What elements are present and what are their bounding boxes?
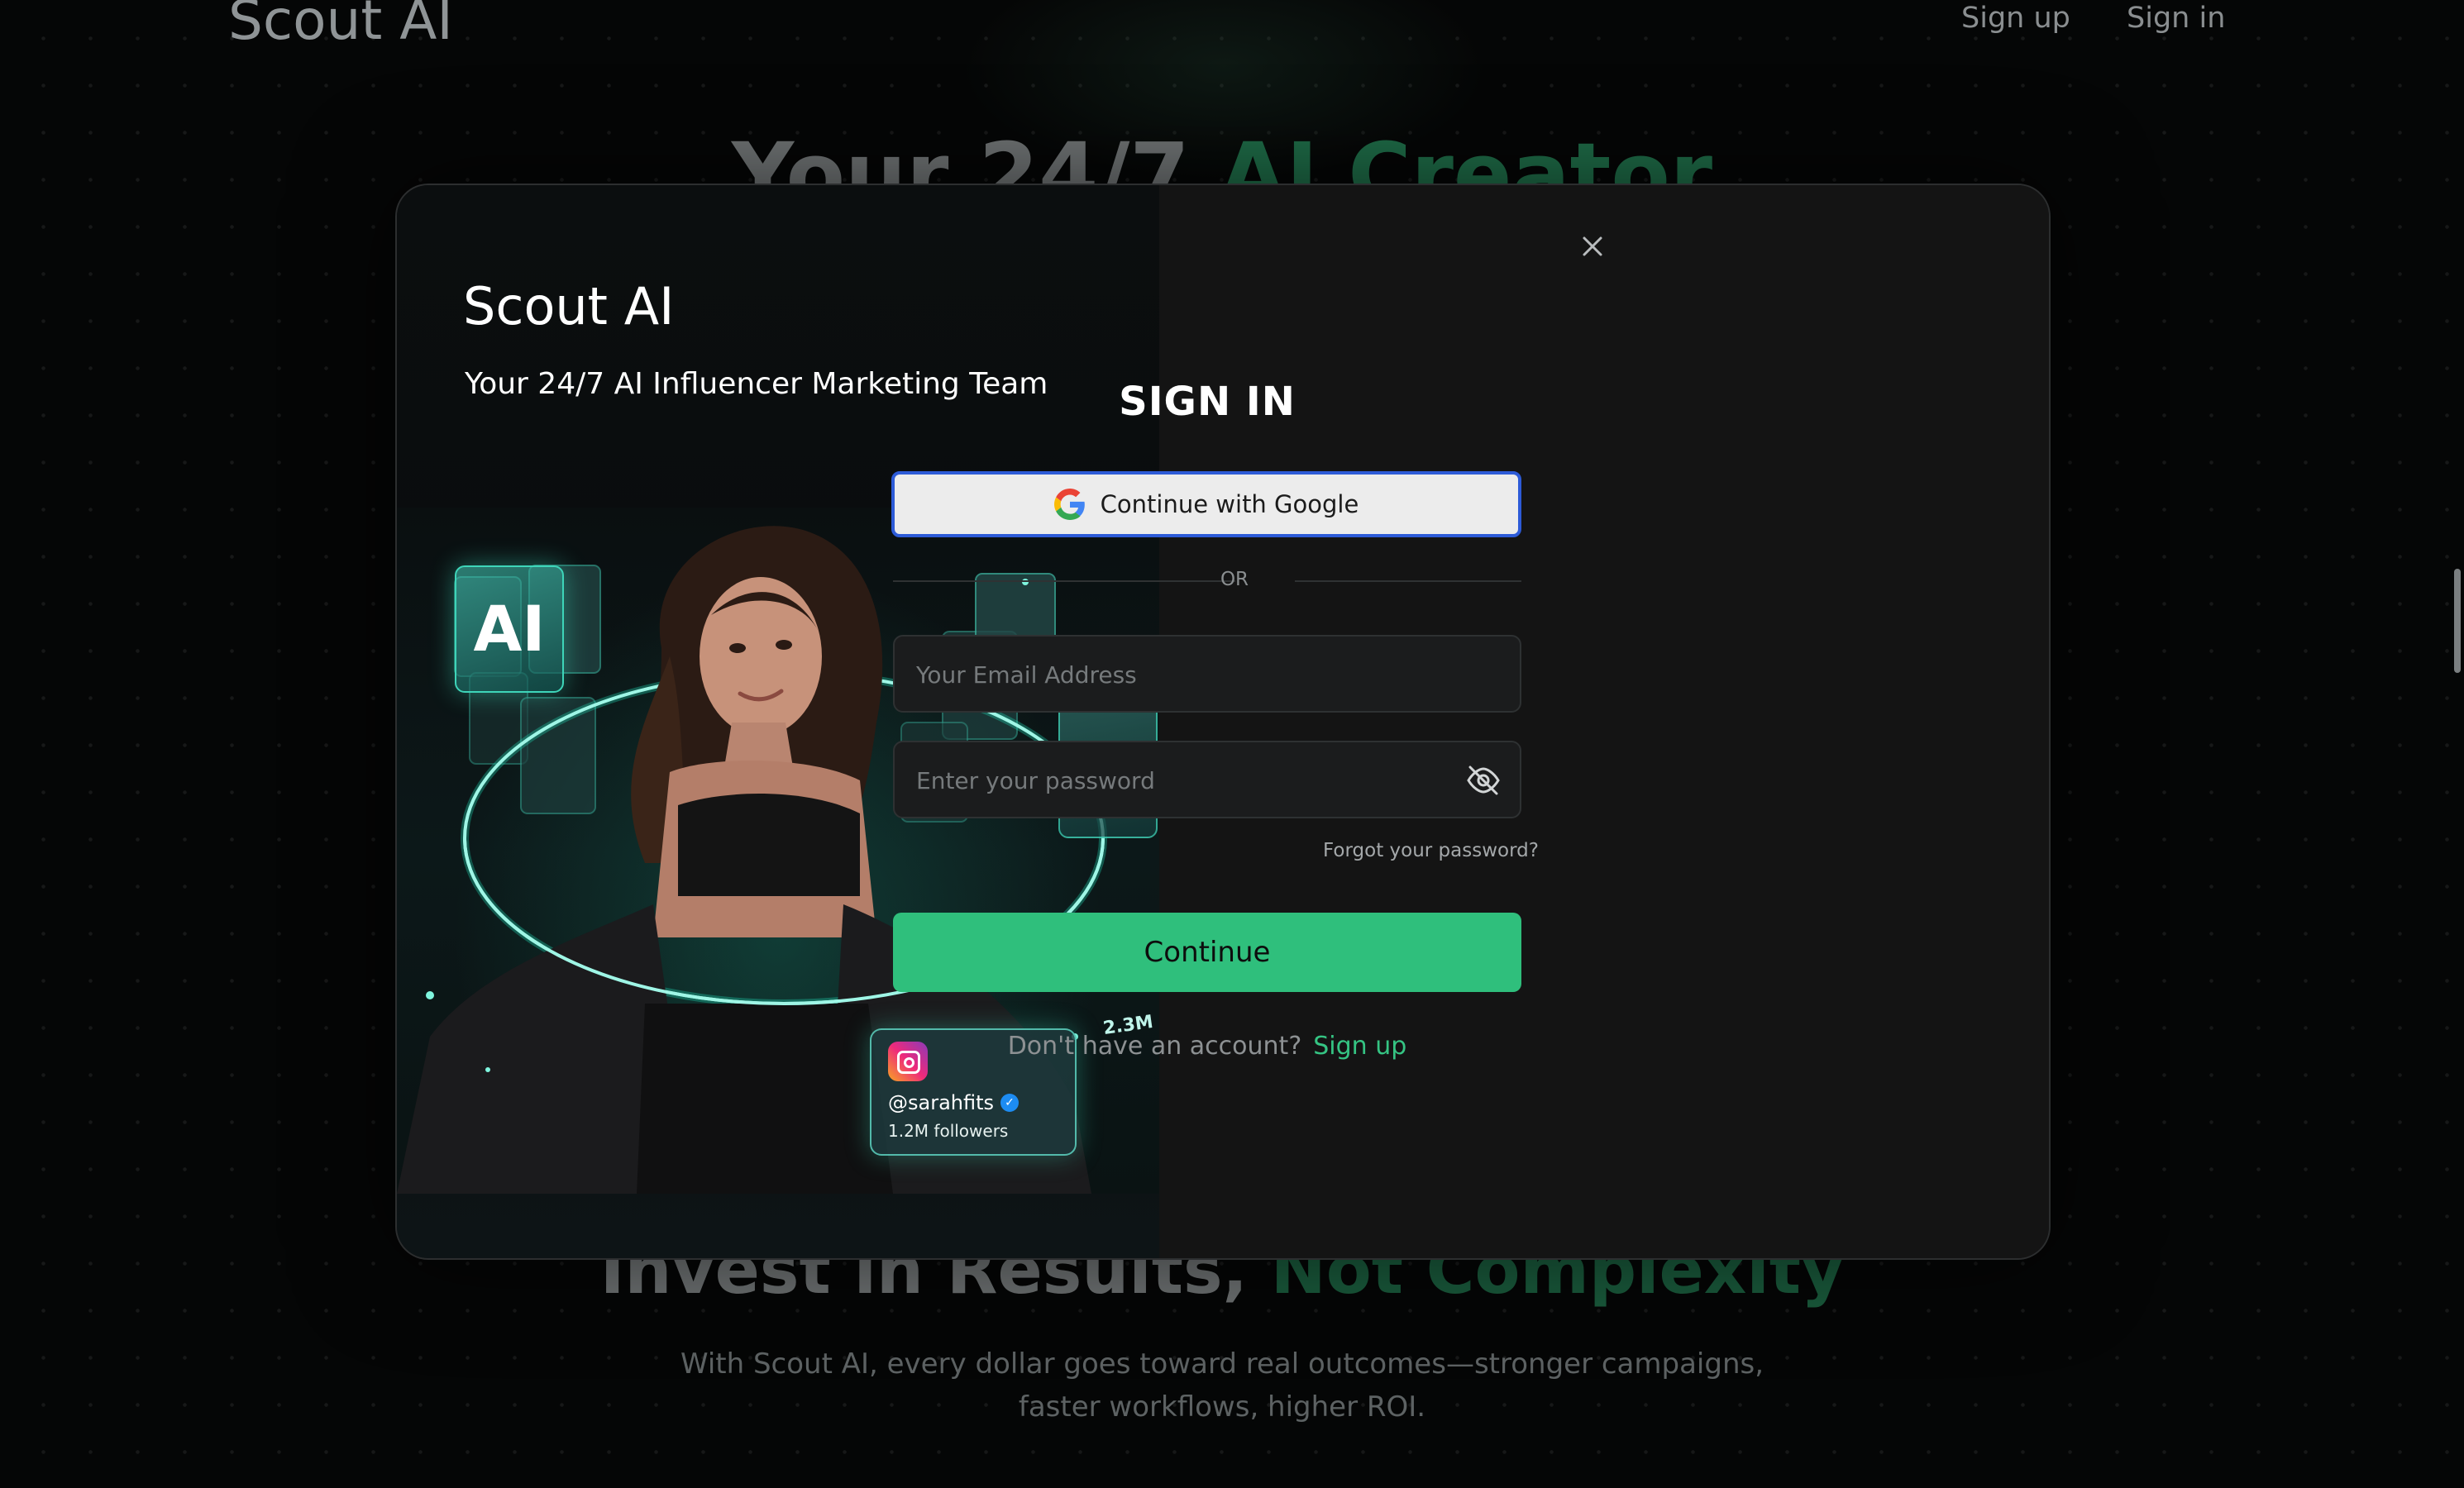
close-button[interactable] [1576,230,1609,263]
continue-button[interactable]: Continue [893,913,1521,992]
nav-signin-link[interactable]: Sign in [2127,2,2225,35]
password-visibility-toggle[interactable] [1465,764,1502,797]
form-layer: SIGN IN Continue with Google OR Forgot y… [395,184,2047,1257]
close-icon [1583,236,1602,256]
email-input[interactable] [914,637,1464,713]
page-scrollbar[interactable] [2454,569,2461,673]
or-divider-left [893,580,1235,582]
password-field[interactable] [893,741,1521,818]
password-input[interactable] [914,742,1464,818]
section-subtitle: With Scout AI, every dollar goes toward … [680,1347,1764,1424]
email-field[interactable] [893,635,1521,713]
signin-title: SIGN IN [1119,379,1296,425]
signup-prompt-text: Don't have an account? [1007,1032,1302,1061]
or-divider-right [1295,580,1521,582]
continue-with-google-button[interactable]: Continue with Google [891,471,1521,537]
forgot-password-link[interactable]: Forgot your password? [1323,840,1539,861]
google-button-label: Continue with Google [1100,490,1359,518]
eye-off-icon [1467,765,1500,795]
nav-signup-link[interactable]: Sign up [1961,2,2070,35]
google-icon [1053,489,1085,520]
or-divider-label: OR [1220,569,1249,590]
nav-logo[interactable]: Scout AI [228,0,453,52]
signup-prompt-row: Don't have an account? Sign up [762,1032,1652,1061]
signup-link[interactable]: Sign up [1313,1032,1406,1061]
